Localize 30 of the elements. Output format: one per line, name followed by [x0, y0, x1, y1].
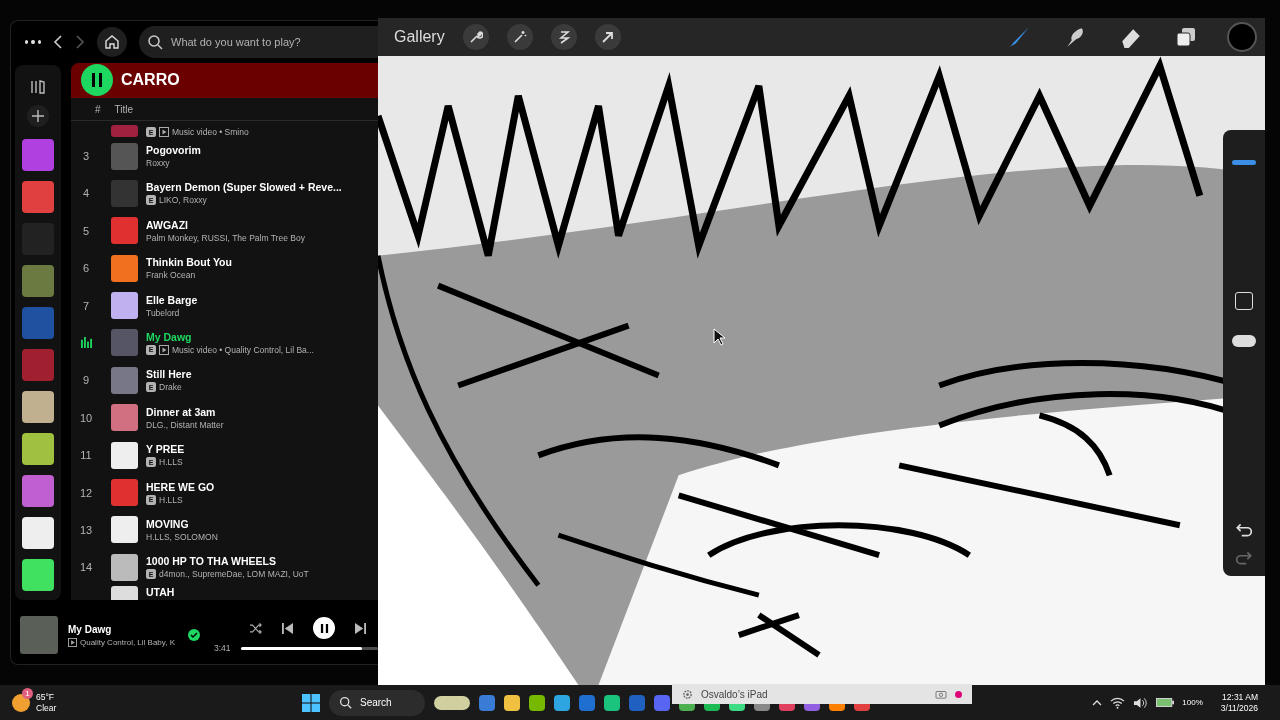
- track-number: 10: [79, 411, 93, 424]
- playlist-title: CARRO: [121, 71, 180, 90]
- track-artists: Quality Control, Lil Baby, K: [80, 637, 175, 647]
- track-artists: DLG., Distant Matter: [146, 419, 224, 430]
- track-artists: Music video • Quality Control, Lil Ba...: [172, 344, 314, 355]
- track-number: 14: [79, 561, 93, 574]
- track-artists: Music video • Smino: [172, 127, 249, 138]
- track-artists: H.LLS, SOLOMON: [146, 531, 218, 542]
- track-number: 7: [82, 299, 90, 312]
- track-number: 13: [79, 523, 93, 536]
- battery-percentage: 100%: [1182, 698, 1203, 707]
- track-number: 4: [82, 187, 90, 200]
- track-artists: Tubelord: [146, 307, 180, 318]
- track-artists: H.LLS: [159, 494, 183, 505]
- device-name: Osvaldo’s iPad: [701, 688, 769, 700]
- elapsed-time: 3:41: [214, 643, 231, 653]
- track-artists: Palm Monkey, RUSSI, The Palm Tree Boy: [146, 232, 305, 243]
- track-number: 6: [82, 262, 90, 275]
- track-number: 9: [82, 374, 90, 387]
- notification-badge: 1: [22, 687, 33, 699]
- track-artists: H.LLS: [159, 457, 183, 468]
- track-artists: Drake: [159, 382, 182, 393]
- track-number: 3: [82, 150, 90, 162]
- track-artists: LIKO, Roxxy: [159, 195, 207, 206]
- track-artists: Frank Ocean: [146, 270, 196, 281]
- track-number: 5: [82, 224, 90, 237]
- track-number: 12: [79, 486, 93, 499]
- track-artists: Roxxy: [146, 158, 170, 168]
- track-artists: d4mon., SupremeDae, LOM MAZI, UoT: [159, 569, 309, 580]
- track-number: 11: [80, 449, 92, 462]
